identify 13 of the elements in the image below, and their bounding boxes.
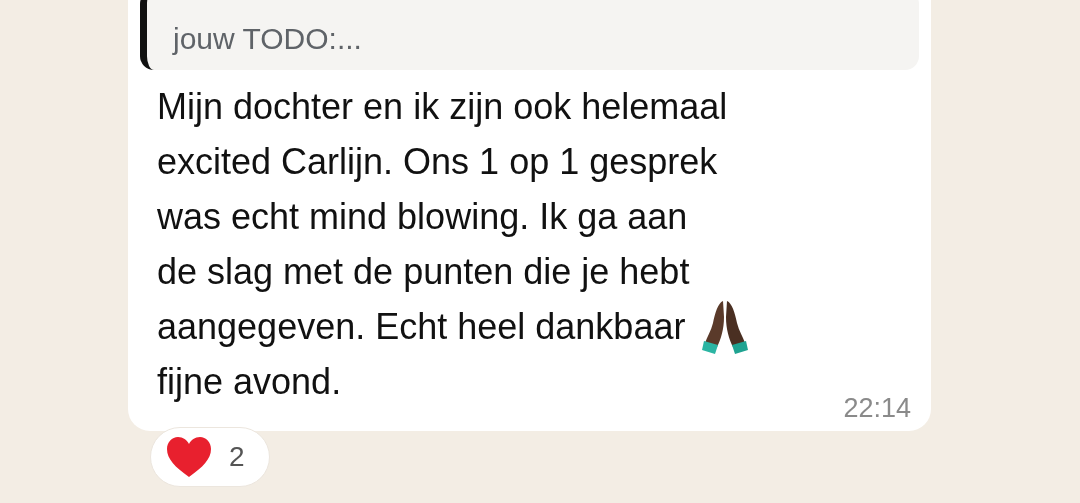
quoted-text: jouw TODO:... — [173, 22, 362, 56]
message-text-line: aangegeven. Echt heel dankbaar — [157, 304, 686, 349]
message-time: 22:14 — [843, 393, 911, 423]
quoted-message[interactable]: jouw TODO:... — [140, 0, 919, 70]
message-text-line: de slag met de punten die je hebt — [157, 249, 690, 294]
reaction-count: 2 — [229, 442, 245, 472]
message-text-line: was echt mind blowing. Ik ga aan — [157, 194, 688, 239]
message-text-line: fijne avond. — [157, 359, 342, 404]
message-text-line: excited Carlijn. Ons 1 op 1 gesprek — [157, 139, 718, 184]
folded-hands-icon — [701, 298, 750, 355]
message-text-line: Mijn dochter en ik zijn ook helemaal — [157, 84, 728, 129]
heart-icon — [165, 435, 213, 479]
reaction-pill[interactable]: 2 — [150, 427, 270, 487]
